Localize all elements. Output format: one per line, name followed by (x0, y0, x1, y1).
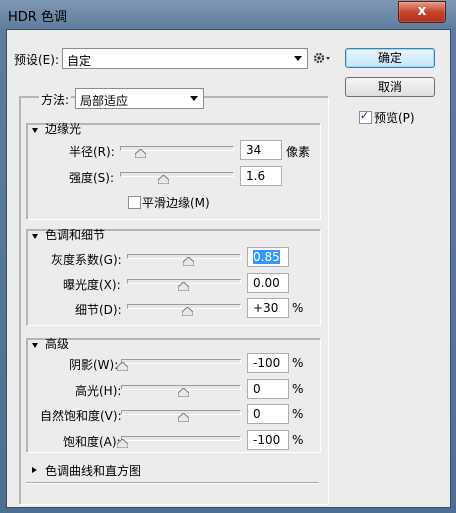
saturation-label: 饱和度(A): (63, 435, 121, 449)
smooth-edges-label: 平滑边缘(M) (142, 196, 210, 210)
smooth-edges-checkbox[interactable] (128, 196, 141, 209)
detail-input[interactable]: +30 (247, 298, 289, 318)
expand-triangle-icon[interactable] (32, 467, 37, 473)
title-bar[interactable]: HDR 色调 x (0, 0, 456, 30)
section-divider (26, 482, 319, 484)
collapse-triangle-icon[interactable] (32, 128, 38, 133)
dialog-window: HDR 色调 x 预设(E): 自定 确定 取消 预览(P) 方法: 局部适应 (0, 0, 456, 513)
vibrance-label: 自然饱和度(V): (40, 409, 122, 423)
cancel-button[interactable]: 取消 (345, 77, 435, 97)
vibrance-slider-thumb[interactable] (178, 413, 189, 422)
gamma-label: 灰度系数(G): (51, 253, 122, 267)
edge-glow-title: 边缘光 (45, 122, 82, 136)
preview-checkbox[interactable] (359, 109, 372, 124)
saturation-slider-track[interactable] (121, 436, 241, 441)
shadow-unit: % (292, 356, 304, 370)
tone-detail-title: 色调和细节 (45, 228, 106, 242)
chevron-down-icon (190, 96, 198, 101)
shadow-slider-thumb[interactable] (117, 362, 128, 371)
close-button[interactable]: x (398, 1, 446, 23)
highlight-input[interactable]: 0 (247, 379, 289, 399)
gamma-input[interactable]: 0.85 (247, 247, 289, 267)
preset-value: 自定 (67, 54, 92, 68)
method-select[interactable]: 局部适应 (75, 88, 204, 109)
preview-label: 预览(P) (374, 111, 415, 125)
chevron-down-icon (294, 56, 302, 61)
shadow-label: 阴影(W): (69, 358, 119, 372)
radius-slider-thumb[interactable] (135, 149, 146, 158)
highlight-slider-thumb[interactable] (178, 388, 189, 397)
radius-unit: 像素 (286, 145, 311, 159)
curve-histogram-title[interactable]: 色调曲线和直方图 (45, 462, 141, 479)
strength-slider-track[interactable] (120, 172, 234, 177)
shadow-input[interactable]: -100 (247, 353, 289, 373)
radius-label: 半径(R): (69, 145, 115, 159)
ok-button[interactable]: 确定 (345, 48, 435, 68)
exposure-slider-thumb[interactable] (178, 282, 189, 291)
gamma-value: 0.85 (253, 250, 280, 264)
strength-slider-thumb[interactable] (158, 175, 169, 184)
highlight-label: 高光(H): (75, 384, 122, 398)
vibrance-unit: % (292, 407, 304, 421)
shadow-slider-track[interactable] (121, 359, 241, 364)
detail-slider-thumb[interactable] (182, 307, 193, 316)
method-value: 局部适应 (80, 94, 129, 108)
method-label: 方法: (39, 91, 72, 108)
gear-icon[interactable] (312, 49, 334, 67)
exposure-input[interactable]: 0.00 (247, 273, 289, 293)
collapse-triangle-icon[interactable] (32, 234, 38, 239)
highlight-unit: % (292, 382, 304, 396)
saturation-unit: % (292, 433, 304, 447)
saturation-slider-thumb[interactable] (117, 439, 128, 448)
vibrance-input[interactable]: 0 (247, 404, 289, 424)
gamma-slider-thumb[interactable] (183, 257, 194, 266)
radius-input[interactable]: 34 (240, 140, 282, 160)
strength-label: 强度(S): (69, 171, 115, 185)
dialog-body: 预设(E): 自定 确定 取消 预览(P) 方法: 局部适应 边缘光 (6, 29, 451, 508)
preset-label: 预设(E): (14, 53, 59, 67)
window-title: HDR 色调 (8, 10, 67, 25)
detail-label: 细节(D): (75, 303, 122, 317)
collapse-triangle-icon[interactable] (32, 343, 38, 348)
detail-unit: % (292, 301, 304, 315)
advanced-title: 高级 (45, 337, 70, 351)
strength-input[interactable]: 1.6 (240, 166, 282, 186)
preset-select[interactable]: 自定 (62, 48, 308, 69)
saturation-input[interactable]: -100 (247, 430, 289, 450)
exposure-label: 曝光度(X): (63, 278, 121, 292)
